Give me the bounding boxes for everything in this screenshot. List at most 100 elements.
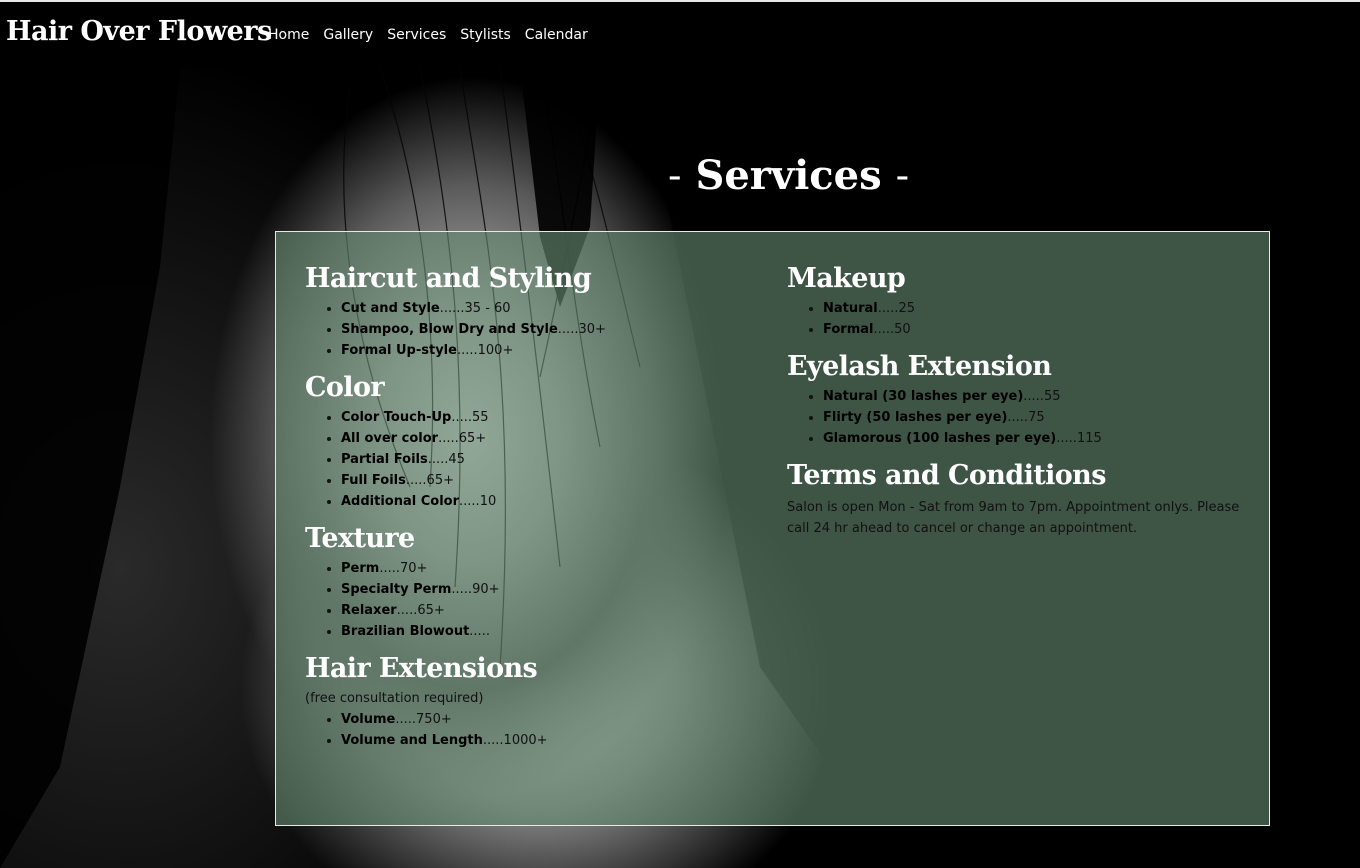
- brand-logo[interactable]: Hair Over Flowers: [6, 16, 272, 47]
- service-name: Volume: [341, 712, 396, 727]
- service-name: Formal Up-style: [341, 343, 457, 358]
- service-sep: .....: [459, 494, 480, 509]
- service-name: Natural: [823, 301, 878, 316]
- section-heading-haircut: Haircut and Styling: [305, 263, 592, 294]
- service-sep: .....: [456, 343, 478, 358]
- service-sep: .....: [877, 301, 899, 316]
- service-price: 750+: [416, 712, 452, 727]
- list-item: All over color.....65+: [341, 428, 755, 449]
- list-item: Relaxer.....65+: [341, 600, 755, 621]
- service-price: 90+: [472, 582, 500, 597]
- service-price: 55: [1043, 389, 1061, 404]
- service-sep: .....: [451, 410, 473, 425]
- list-item: Additional Color.....10: [341, 491, 755, 512]
- service-name: Cut and Style: [341, 301, 440, 316]
- service-name: Relaxer: [341, 603, 397, 618]
- navbar: Hair Over Flowers Home Gallery Services …: [0, 2, 1360, 67]
- nav-gallery[interactable]: Gallery: [323, 27, 373, 43]
- service-sep: .....: [482, 733, 504, 748]
- list-makeup: Natural.....25 Formal.....50: [787, 298, 1247, 340]
- service-sep: .....: [451, 582, 473, 597]
- consultation-note: (free consultation required): [305, 691, 484, 706]
- service-price: 100+: [477, 343, 514, 358]
- service-name: Glamorous (100 lashes per eye): [823, 431, 1057, 446]
- service-price: 65+: [458, 431, 487, 446]
- service-sep: .....: [427, 452, 449, 467]
- section-heading-terms: Terms and Conditions: [787, 460, 1106, 491]
- service-price: 45: [448, 452, 465, 467]
- list-item: Glamorous (100 lashes per eye).....115: [823, 428, 1247, 449]
- service-sep: .....: [1007, 410, 1029, 425]
- list-texture: Perm.....70+ Specialty Perm.....90+ Rela…: [305, 558, 755, 642]
- service-sep: .....: [396, 603, 418, 618]
- service-name: Brazilian Blowout: [341, 624, 470, 639]
- service-price: 70+: [399, 561, 428, 576]
- service-name: Perm: [341, 561, 380, 576]
- services-right-column: Makeup Natural.....25 Formal.....50 Eyel…: [787, 262, 1247, 539]
- service-name: Flirty (50 lashes per eye): [823, 410, 1008, 425]
- service-price: 30+: [578, 322, 606, 337]
- nav-calendar[interactable]: Calendar: [525, 27, 588, 43]
- service-sep: .....: [405, 473, 427, 488]
- service-price: 50: [894, 322, 911, 337]
- list-item: Formal.....50: [823, 319, 1247, 340]
- section-heading-texture: Texture: [305, 523, 415, 554]
- services-left-column: Haircut and Styling Cut and Style......3…: [305, 262, 755, 761]
- service-price: 115: [1076, 431, 1102, 446]
- terms-text: Salon is open Mon - Sat from 9am to 7pm.…: [787, 500, 1240, 536]
- list-item: Cut and Style......35 - 60: [341, 298, 755, 319]
- nav-links: Home Gallery Services Stylists Calendar: [268, 27, 588, 43]
- service-price: 65+: [417, 603, 445, 618]
- list-item: Formal Up-style.....100+: [341, 340, 755, 361]
- service-name: Partial Foils: [341, 452, 428, 467]
- service-price: 75: [1028, 410, 1045, 425]
- section-heading-makeup: Makeup: [787, 263, 906, 294]
- page-title: - Services -: [668, 152, 909, 199]
- service-price: 35 - 60: [464, 301, 511, 316]
- list-eyelash: Natural (30 lashes per eye).....55 Flirt…: [787, 386, 1247, 449]
- section-heading-eyelash: Eyelash Extension: [787, 351, 1052, 382]
- list-extensions: Volume.....750+ Volume and Length.....10…: [305, 709, 755, 751]
- service-sep: ......: [439, 301, 465, 316]
- list-item: Color Touch-Up.....55: [341, 407, 755, 428]
- list-haircut: Cut and Style......35 - 60 Shampoo, Blow…: [305, 298, 755, 361]
- service-name: All over color: [341, 431, 439, 446]
- service-price: 65+: [426, 473, 454, 488]
- service-name: Shampoo, Blow Dry and Style: [341, 322, 558, 337]
- nav-services[interactable]: Services: [387, 27, 446, 43]
- list-item: Volume and Length.....1000+: [341, 730, 755, 751]
- service-price: 1000+: [503, 733, 548, 748]
- list-item: Flirty (50 lashes per eye).....75: [823, 407, 1247, 428]
- list-item: Perm.....70+: [341, 558, 755, 579]
- list-item: Shampoo, Blow Dry and Style.....30+: [341, 319, 755, 340]
- section-heading-extensions: Hair Extensions: [305, 653, 538, 684]
- nav-stylists[interactable]: Stylists: [460, 27, 511, 43]
- section-heading-color: Color: [305, 372, 385, 403]
- list-item: Full Foils.....65+: [341, 470, 755, 491]
- service-name: Additional Color: [341, 494, 460, 509]
- services-panel: Haircut and Styling Cut and Style......3…: [275, 231, 1270, 826]
- title-dash-right: -: [895, 153, 910, 199]
- service-price: 10: [479, 494, 497, 509]
- service-sep: .....: [557, 322, 579, 337]
- service-sep: .....: [873, 322, 895, 337]
- service-price: 25: [898, 301, 915, 316]
- list-item: Specialty Perm.....90+: [341, 579, 755, 600]
- service-name: Formal: [823, 322, 874, 337]
- service-sep: .....: [1023, 389, 1044, 404]
- page-title-text: Services: [695, 152, 882, 199]
- service-name: Natural (30 lashes per eye): [823, 389, 1024, 404]
- service-name: Volume and Length: [341, 733, 483, 748]
- service-sep: .....: [395, 712, 417, 727]
- service-sep: .....: [438, 431, 459, 446]
- service-name: Specialty Perm: [341, 582, 452, 597]
- nav-home[interactable]: Home: [268, 27, 309, 43]
- list-item: Brazilian Blowout.....: [341, 621, 755, 642]
- service-name: Color Touch-Up: [341, 410, 452, 425]
- list-item: Natural (30 lashes per eye).....55: [823, 386, 1247, 407]
- list-item: Natural.....25: [823, 298, 1247, 319]
- service-price: 55: [472, 410, 489, 425]
- service-sep: .....: [379, 561, 400, 576]
- list-color: Color Touch-Up.....55 All over color....…: [305, 407, 755, 512]
- list-item: Volume.....750+: [341, 709, 755, 730]
